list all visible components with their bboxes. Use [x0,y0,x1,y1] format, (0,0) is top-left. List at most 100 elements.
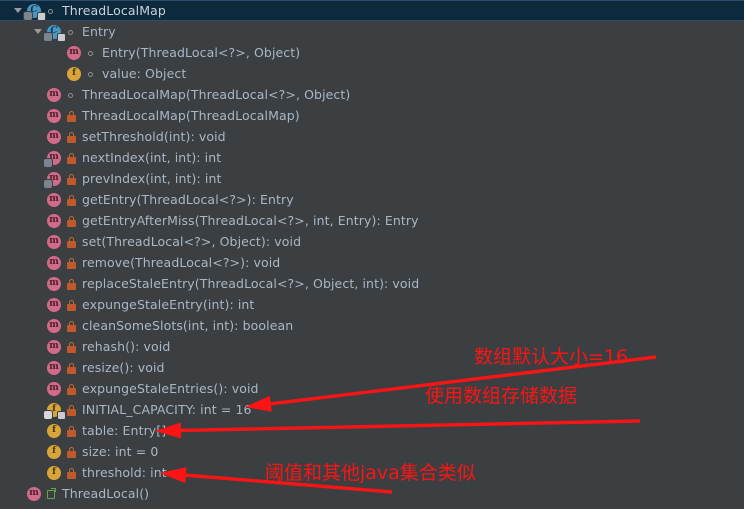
static-badge-icon [44,158,52,167]
tree-row[interactable]: C ThreadLocalMap [0,0,744,21]
tree-row[interactable]: m cleanSomeSlots(int, int): boolean [0,315,744,336]
tree-row-label: remove(ThreadLocal<?>): void [82,255,281,270]
package-private-icon [65,87,78,103]
field-icon: f [66,66,82,82]
tree-row-label: Entry [82,24,116,39]
lock-icon [65,381,78,397]
kind-glyph: m [47,360,61,375]
tree-row[interactable]: m ThreadLocalMap(ThreadLocal<?>, Object) [0,84,744,105]
tree-row-label: expungeStaleEntry(int): int [82,297,255,312]
kind-glyph: m [47,318,61,333]
package-private-icon [45,3,58,19]
lock-icon [65,276,78,292]
method-icon: m [46,276,62,292]
method-icon: m [46,297,62,313]
kind-glyph: f [47,465,61,480]
kind-glyph: m [47,108,61,123]
tree-row[interactable]: m rehash(): void [0,336,744,357]
tree-row[interactable]: m expungeStaleEntries(): void [0,378,744,399]
tree-row[interactable]: m setThreshold(int): void [0,126,744,147]
kind-glyph: m [47,192,61,207]
field-icon: f [44,402,65,419]
toggle-placeholder [32,315,45,336]
toggle-placeholder [32,210,45,231]
static-badge-icon [44,410,52,419]
lock-icon [65,402,78,418]
tree-row-label: nextIndex(int, int): int [82,150,222,165]
tree-row-label: expungeStaleEntries(): void [82,381,259,396]
lock-icon [65,297,78,313]
tree-row[interactable]: f size: int = 0 [0,441,744,462]
lock-icon [65,360,78,376]
field-icon: f [46,465,62,481]
kind-glyph: m [27,486,41,501]
toggle-placeholder [32,441,45,462]
final-badge-icon [38,12,45,20]
tree-row[interactable]: f value: Object [0,63,744,84]
tree-row-label: set(ThreadLocal<?>, Object): void [82,234,302,249]
tree-row[interactable]: m expungeStaleEntry(int): int [0,294,744,315]
tree-row[interactable]: m resize(): void [0,357,744,378]
tree-row[interactable]: m getEntry(ThreadLocal<?>): Entry [0,189,744,210]
tree-row[interactable]: C Entry [0,21,744,42]
field-icon: f [46,444,62,460]
tree-row-label: ThreadLocalMap [62,3,166,18]
toggle-placeholder [12,483,25,504]
kind-glyph: f [47,423,61,438]
tree-row[interactable]: f INITIAL_CAPACITY: int = 16 [0,399,744,420]
method-icon: m [46,255,62,271]
package-private-icon [85,66,98,82]
method-icon: m [46,234,62,250]
kind-glyph: m [47,276,61,291]
method-icon: m [46,129,62,145]
tree-row-label: ThreadLocalMap(ThreadLocalMap) [82,108,300,123]
tree-row[interactable]: m set(ThreadLocal<?>, Object): void [0,231,744,252]
kind-glyph: f [67,66,81,81]
tree-row-label: table: Entry[] [82,423,167,438]
tree-row[interactable]: m replaceStaleEntry(ThreadLocal<?>, Objec… [0,273,744,294]
method-icon: m [46,192,62,208]
tree-row[interactable]: m remove(ThreadLocal<?>): void [0,252,744,273]
tree-row[interactable]: m ThreadLocal() [0,483,744,504]
tree-row[interactable]: m nextIndex(int, int): int [0,147,744,168]
kind-glyph: f [47,444,61,459]
kind-glyph: m [47,339,61,354]
kind-glyph: m [47,297,61,312]
toggle-placeholder [32,126,45,147]
method-icon: m [44,171,62,188]
tree-row-label: threshold: int [82,465,167,480]
tree-row-label: setThreshold(int): void [82,129,226,144]
class-icon: C [24,3,45,20]
toggle-placeholder [52,63,65,84]
tree-row[interactable]: f threshold: int [0,462,744,483]
tree-row-label: getEntry(ThreadLocal<?>): Entry [82,192,294,207]
kind-glyph: m [47,129,61,144]
method-icon: m [46,360,62,376]
package-private-icon [65,24,78,40]
lock-icon [65,213,78,229]
tree-row-label: Entry(ThreadLocal<?>, Object) [102,45,301,60]
tree-row[interactable]: f table: Entry[] [0,420,744,441]
field-icon: f [46,423,62,439]
toggle-placeholder [32,189,45,210]
kind-glyph: m [47,87,61,102]
tree-row[interactable]: m prevIndex(int, int): int [0,168,744,189]
structure-tree-panel[interactable]: C ThreadLocalMap C Entry m Entry(ThreadLocal<… [0,0,744,509]
tree-row[interactable]: m ThreadLocalMap(ThreadLocalMap) [0,105,744,126]
tree-row-label: ThreadLocal() [62,486,150,501]
tree-row[interactable]: m Entry(ThreadLocal<?>, Object) [0,42,744,63]
tree-row-label: prevIndex(int, int): int [82,171,222,186]
kind-glyph: m [47,234,61,249]
method-icon: m [46,108,62,124]
toggle-placeholder [52,42,65,63]
toggle-placeholder [32,336,45,357]
tree-row-label: ThreadLocalMap(ThreadLocal<?>, Object) [82,87,351,102]
tree-row-label: resize(): void [82,360,165,375]
tree-row[interactable]: m getEntryAfterMiss(ThreadLocal<?>, int, … [0,210,744,231]
final-badge-icon [58,411,65,419]
static-badge-icon [44,32,52,41]
public-access-icon [45,486,58,502]
tree-row-label: value: Object [102,66,187,81]
tree-row-label: getEntryAfterMiss(ThreadLocal<?>, int, E… [82,213,419,228]
tree-row-label: size: int = 0 [82,444,159,459]
